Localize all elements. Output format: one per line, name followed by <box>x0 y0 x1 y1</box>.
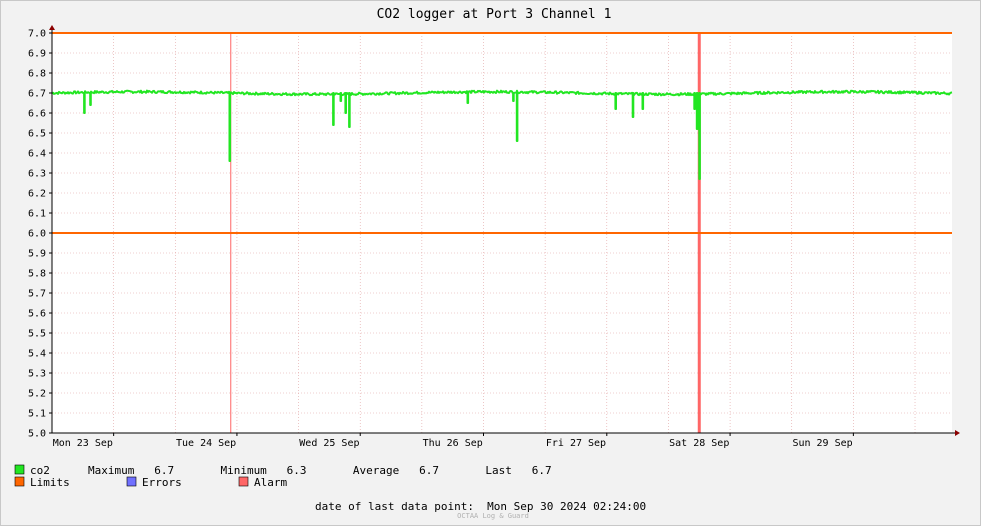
y-tick-label: 7.0 <box>28 29 46 40</box>
x-axis-arrow-icon <box>955 430 960 436</box>
legend-swatch-limits <box>14 476 25 487</box>
y-tick-label: 5.7 <box>28 289 46 300</box>
y-tick-label: 5.8 <box>28 269 46 280</box>
y-tick-label: 5.5 <box>28 329 46 340</box>
x-tick-label: Sun 29 Sep <box>792 438 852 449</box>
x-tick-label: Wed 25 Sep <box>299 438 359 449</box>
y-tick-label: 5.2 <box>28 389 46 400</box>
y-tick-label: 6.9 <box>28 49 46 60</box>
x-tick-label: Thu 26 Sep <box>423 438 483 449</box>
x-tick-label: Sat 28 Sep <box>669 438 729 449</box>
legend-swatch-alarm <box>238 476 249 487</box>
y-tick-label: 6.6 <box>28 109 46 120</box>
legend-swatch-co2 <box>14 464 25 475</box>
legend-label-errors: Errors <box>142 476 182 489</box>
y-tick-label: 5.1 <box>28 409 46 420</box>
legend-label-limits: Limits <box>30 476 70 489</box>
y-tick-label: 6.4 <box>28 149 46 160</box>
x-tick-label: Mon 23 Sep <box>53 438 113 449</box>
legend-label-alarm: Alarm <box>254 476 287 489</box>
y-tick-label: 6.2 <box>28 189 46 200</box>
watermark: OCTAA Log & Guard <box>457 512 529 520</box>
x-tick-label: Tue 24 Sep <box>176 438 236 449</box>
x-tick-label: Fri 27 Sep <box>546 438 606 449</box>
y-tick-label: 5.6 <box>28 309 46 320</box>
y-tick-label: 5.4 <box>28 349 46 360</box>
y-tick-label: 6.5 <box>28 129 46 140</box>
legend-swatch-errors <box>126 476 137 487</box>
y-axis-arrow-icon <box>49 25 55 30</box>
y-tick-label: 6.7 <box>28 89 46 100</box>
y-tick-label: 6.3 <box>28 169 46 180</box>
chart-svg: CO2 logger at Port 3 Channel 1 7.0 6.9 6.8… <box>14 7 960 520</box>
y-tick-label: 5.3 <box>28 369 46 380</box>
y-tick-label: 6.8 <box>28 69 46 80</box>
y-tick-label: 5.9 <box>28 249 46 260</box>
y-tick-label: 6.1 <box>28 209 46 220</box>
y-tick-label: 5.0 <box>28 429 46 440</box>
y-tick-label: 6.0 <box>28 229 46 240</box>
chart-title: CO2 logger at Port 3 Channel 1 <box>377 7 612 22</box>
